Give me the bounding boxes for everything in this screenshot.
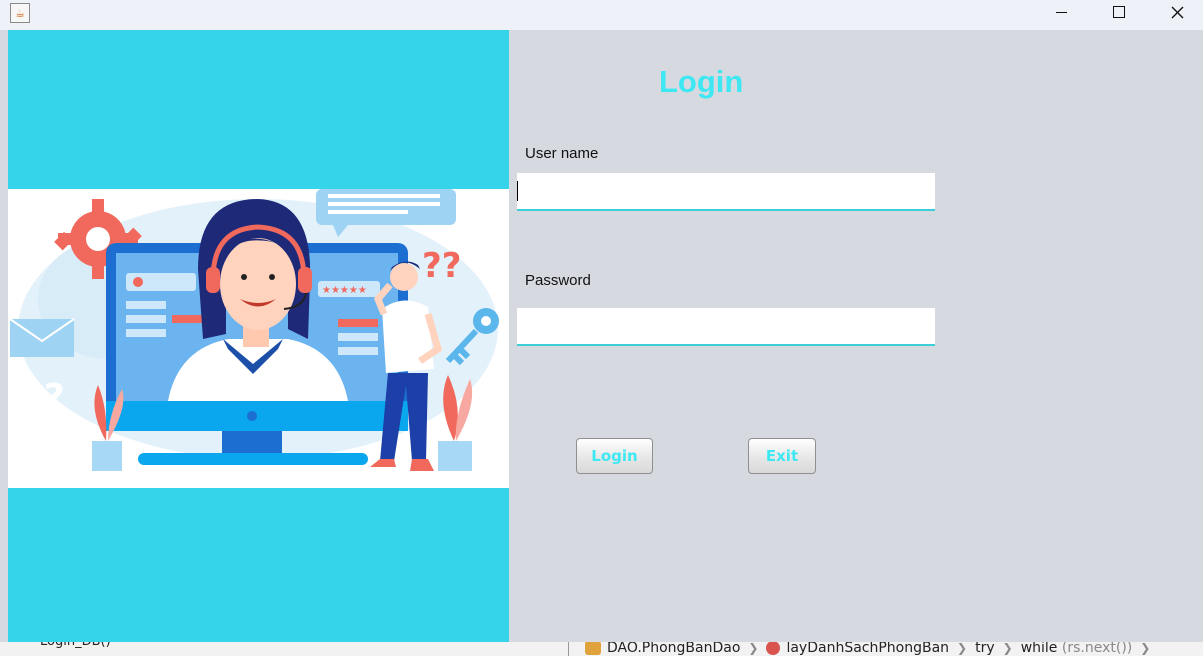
java-cup-icon[interactable]: ☕ [10,3,30,23]
close-icon [1171,6,1183,18]
password-label: Password [525,272,591,289]
title-bar[interactable]: ☕ [0,0,1203,30]
envelope-icon [9,318,75,357]
breadcrumb-method[interactable]: layDanhSachPhongBan ❯ [766,641,967,656]
ide-breadcrumb: DAO.PhongBanDao ❯ layDanhSachPhongBan ❯ tr… [568,641,1158,656]
page-title: Login [659,64,744,99]
breadcrumb-class[interactable]: DAO.PhongBanDao ❯ [585,641,758,656]
question-mark-icon: ? [44,377,65,418]
method-icon [766,641,781,655]
breadcrumb-while[interactable]: while (rs.next()) ❯ [1021,641,1151,656]
maximize-button[interactable] [1096,0,1142,24]
login-window: ☕ ★★★★★ ?? ? Login User name Password Lo… [0,0,1203,642]
exit-button[interactable]: Exit [748,438,816,474]
username-label: User name [525,145,599,162]
class-icon [585,641,601,655]
login-button[interactable]: Login [576,438,653,474]
minimize-button[interactable] [1038,0,1084,24]
background-ide-strip: Login_DB() DAO.PhongBanDao ❯ layDanhSachP… [0,641,1203,656]
svg-text:★★★★★: ★★★★★ [322,285,367,296]
question-mark-icon: ?? [422,246,461,286]
ide-tree-item: Login_DB() [40,641,111,649]
password-field[interactable] [517,308,935,346]
text-cursor [517,181,518,201]
close-button[interactable] [1154,0,1200,24]
breadcrumb-try[interactable]: try ❯ [975,641,1013,656]
customer-support-illustration: ★★★★★ ?? ? [8,189,509,488]
window-left-border [0,30,8,642]
minimize-icon [1055,11,1067,13]
maximize-icon [1113,6,1125,18]
ide-tree-fragment: Login_DB() [40,641,111,649]
username-field[interactable] [517,173,935,211]
